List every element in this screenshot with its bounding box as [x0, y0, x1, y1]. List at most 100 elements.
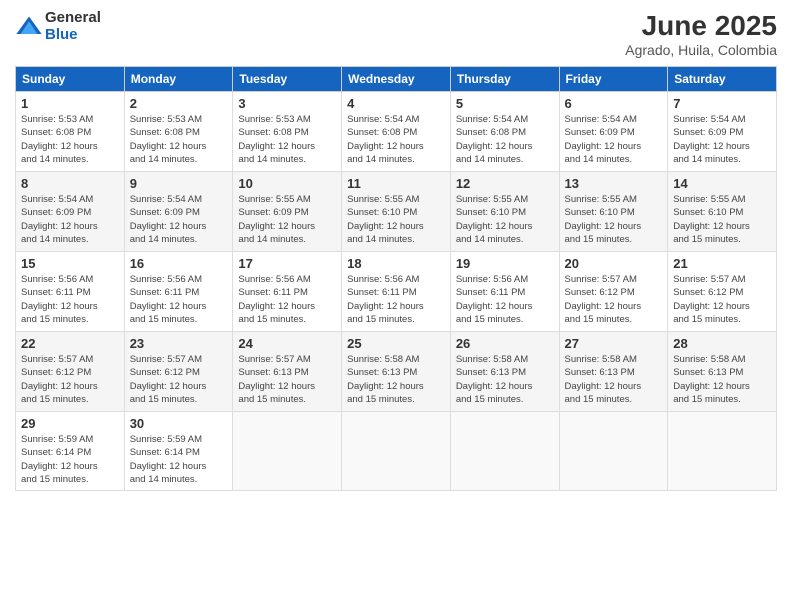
day-info: Sunrise: 5:55 AM Sunset: 6:10 PM Dayligh… [456, 193, 554, 246]
day-info: Sunrise: 5:54 AM Sunset: 6:09 PM Dayligh… [565, 113, 663, 166]
table-row: 6 Sunrise: 5:54 AM Sunset: 6:09 PM Dayli… [559, 92, 668, 172]
day-info: Sunrise: 5:58 AM Sunset: 6:13 PM Dayligh… [673, 353, 771, 406]
table-row: 10 Sunrise: 5:55 AM Sunset: 6:09 PM Dayl… [233, 172, 342, 252]
table-row: 24 Sunrise: 5:57 AM Sunset: 6:13 PM Dayl… [233, 332, 342, 412]
page: General Blue June 2025 Agrado, Huila, Co… [0, 0, 792, 612]
table-row: 20 Sunrise: 5:57 AM Sunset: 6:12 PM Dayl… [559, 252, 668, 332]
header-monday: Monday [124, 67, 233, 92]
day-number: 18 [347, 256, 445, 271]
calendar-table: Sunday Monday Tuesday Wednesday Thursday… [15, 66, 777, 491]
month-title: June 2025 [625, 10, 777, 42]
day-number: 11 [347, 176, 445, 191]
table-row: 30 Sunrise: 5:59 AM Sunset: 6:14 PM Dayl… [124, 412, 233, 491]
day-info: Sunrise: 5:55 AM Sunset: 6:09 PM Dayligh… [238, 193, 336, 246]
table-row: 19 Sunrise: 5:56 AM Sunset: 6:11 PM Dayl… [450, 252, 559, 332]
day-info: Sunrise: 5:57 AM Sunset: 6:13 PM Dayligh… [238, 353, 336, 406]
header-saturday: Saturday [668, 67, 777, 92]
day-number: 17 [238, 256, 336, 271]
day-number: 25 [347, 336, 445, 351]
logo-general: General [45, 10, 101, 27]
day-number: 30 [130, 416, 228, 431]
logo: General Blue [15, 10, 101, 43]
day-info: Sunrise: 5:53 AM Sunset: 6:08 PM Dayligh… [238, 113, 336, 166]
table-row: 15 Sunrise: 5:56 AM Sunset: 6:11 PM Dayl… [16, 252, 125, 332]
logo-text: General Blue [45, 10, 101, 43]
header-tuesday: Tuesday [233, 67, 342, 92]
table-row [668, 412, 777, 491]
day-info: Sunrise: 5:59 AM Sunset: 6:14 PM Dayligh… [130, 433, 228, 486]
day-number: 1 [21, 96, 119, 111]
day-info: Sunrise: 5:56 AM Sunset: 6:11 PM Dayligh… [21, 273, 119, 326]
logo-blue: Blue [45, 27, 101, 44]
day-info: Sunrise: 5:57 AM Sunset: 6:12 PM Dayligh… [21, 353, 119, 406]
header-wednesday: Wednesday [342, 67, 451, 92]
day-info: Sunrise: 5:53 AM Sunset: 6:08 PM Dayligh… [21, 113, 119, 166]
day-info: Sunrise: 5:56 AM Sunset: 6:11 PM Dayligh… [238, 273, 336, 326]
day-info: Sunrise: 5:54 AM Sunset: 6:08 PM Dayligh… [347, 113, 445, 166]
day-number: 10 [238, 176, 336, 191]
table-row: 2 Sunrise: 5:53 AM Sunset: 6:08 PM Dayli… [124, 92, 233, 172]
day-info: Sunrise: 5:54 AM Sunset: 6:09 PM Dayligh… [21, 193, 119, 246]
day-number: 22 [21, 336, 119, 351]
table-row: 16 Sunrise: 5:56 AM Sunset: 6:11 PM Dayl… [124, 252, 233, 332]
day-number: 6 [565, 96, 663, 111]
day-number: 23 [130, 336, 228, 351]
table-row [450, 412, 559, 491]
day-number: 21 [673, 256, 771, 271]
day-info: Sunrise: 5:53 AM Sunset: 6:08 PM Dayligh… [130, 113, 228, 166]
table-row: 22 Sunrise: 5:57 AM Sunset: 6:12 PM Dayl… [16, 332, 125, 412]
table-row: 13 Sunrise: 5:55 AM Sunset: 6:10 PM Dayl… [559, 172, 668, 252]
day-info: Sunrise: 5:56 AM Sunset: 6:11 PM Dayligh… [456, 273, 554, 326]
logo-icon [15, 13, 43, 41]
day-info: Sunrise: 5:56 AM Sunset: 6:11 PM Dayligh… [347, 273, 445, 326]
title-area: June 2025 Agrado, Huila, Colombia [625, 10, 777, 58]
day-info: Sunrise: 5:57 AM Sunset: 6:12 PM Dayligh… [130, 353, 228, 406]
day-info: Sunrise: 5:55 AM Sunset: 6:10 PM Dayligh… [673, 193, 771, 246]
table-row: 21 Sunrise: 5:57 AM Sunset: 6:12 PM Dayl… [668, 252, 777, 332]
day-number: 8 [21, 176, 119, 191]
table-row: 17 Sunrise: 5:56 AM Sunset: 6:11 PM Dayl… [233, 252, 342, 332]
table-row [559, 412, 668, 491]
day-number: 4 [347, 96, 445, 111]
table-row: 23 Sunrise: 5:57 AM Sunset: 6:12 PM Dayl… [124, 332, 233, 412]
table-row: 8 Sunrise: 5:54 AM Sunset: 6:09 PM Dayli… [16, 172, 125, 252]
location-title: Agrado, Huila, Colombia [625, 42, 777, 58]
table-row: 12 Sunrise: 5:55 AM Sunset: 6:10 PM Dayl… [450, 172, 559, 252]
day-info: Sunrise: 5:58 AM Sunset: 6:13 PM Dayligh… [565, 353, 663, 406]
day-number: 3 [238, 96, 336, 111]
table-row [342, 412, 451, 491]
table-row: 3 Sunrise: 5:53 AM Sunset: 6:08 PM Dayli… [233, 92, 342, 172]
day-number: 24 [238, 336, 336, 351]
table-row: 14 Sunrise: 5:55 AM Sunset: 6:10 PM Dayl… [668, 172, 777, 252]
table-row: 5 Sunrise: 5:54 AM Sunset: 6:08 PM Dayli… [450, 92, 559, 172]
table-row: 18 Sunrise: 5:56 AM Sunset: 6:11 PM Dayl… [342, 252, 451, 332]
header-friday: Friday [559, 67, 668, 92]
day-number: 14 [673, 176, 771, 191]
day-number: 13 [565, 176, 663, 191]
day-info: Sunrise: 5:59 AM Sunset: 6:14 PM Dayligh… [21, 433, 119, 486]
table-row: 25 Sunrise: 5:58 AM Sunset: 6:13 PM Dayl… [342, 332, 451, 412]
day-number: 29 [21, 416, 119, 431]
day-number: 28 [673, 336, 771, 351]
day-number: 12 [456, 176, 554, 191]
day-number: 26 [456, 336, 554, 351]
day-info: Sunrise: 5:54 AM Sunset: 6:09 PM Dayligh… [130, 193, 228, 246]
day-number: 27 [565, 336, 663, 351]
day-number: 9 [130, 176, 228, 191]
day-info: Sunrise: 5:56 AM Sunset: 6:11 PM Dayligh… [130, 273, 228, 326]
table-row: 11 Sunrise: 5:55 AM Sunset: 6:10 PM Dayl… [342, 172, 451, 252]
day-number: 2 [130, 96, 228, 111]
header-sunday: Sunday [16, 67, 125, 92]
table-row: 26 Sunrise: 5:58 AM Sunset: 6:13 PM Dayl… [450, 332, 559, 412]
day-info: Sunrise: 5:58 AM Sunset: 6:13 PM Dayligh… [456, 353, 554, 406]
table-row: 1 Sunrise: 5:53 AM Sunset: 6:08 PM Dayli… [16, 92, 125, 172]
table-row: 29 Sunrise: 5:59 AM Sunset: 6:14 PM Dayl… [16, 412, 125, 491]
day-info: Sunrise: 5:55 AM Sunset: 6:10 PM Dayligh… [565, 193, 663, 246]
table-row: 7 Sunrise: 5:54 AM Sunset: 6:09 PM Dayli… [668, 92, 777, 172]
weekday-header-row: Sunday Monday Tuesday Wednesday Thursday… [16, 67, 777, 92]
table-row: 28 Sunrise: 5:58 AM Sunset: 6:13 PM Dayl… [668, 332, 777, 412]
header-thursday: Thursday [450, 67, 559, 92]
day-info: Sunrise: 5:54 AM Sunset: 6:08 PM Dayligh… [456, 113, 554, 166]
day-info: Sunrise: 5:57 AM Sunset: 6:12 PM Dayligh… [565, 273, 663, 326]
day-number: 15 [21, 256, 119, 271]
